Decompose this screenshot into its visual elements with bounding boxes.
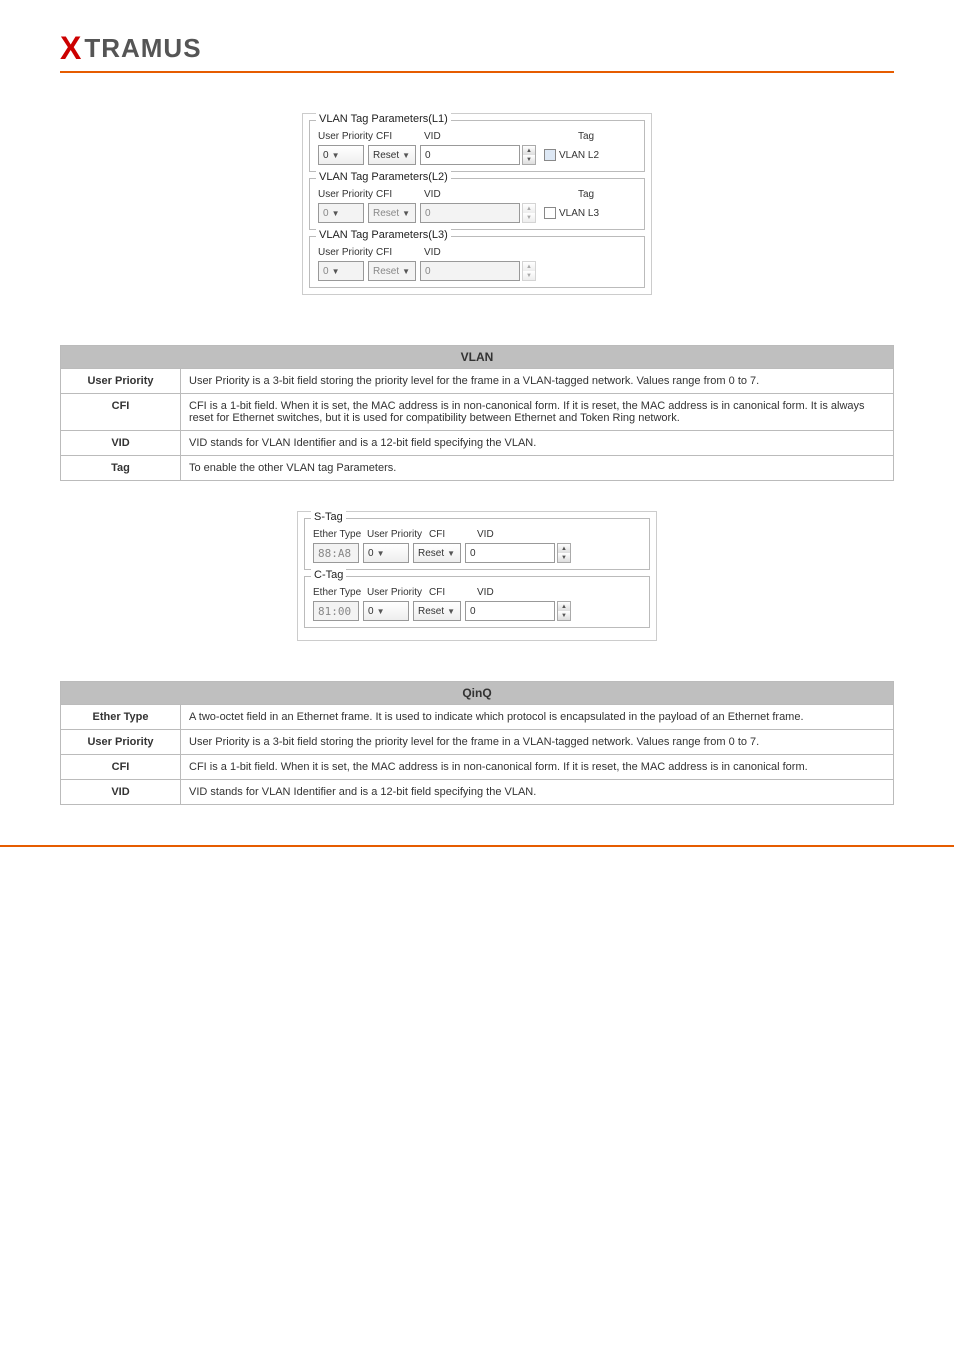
vlan-l1-fieldset: VLAN Tag Parameters(L1) User Priority CF… [309,120,645,172]
vlan-l1-vid-stepper[interactable]: ▲▼ [522,145,536,165]
table-row: User PriorityUser Priority is a 3-bit fi… [61,730,894,755]
label-vid: VID [424,247,454,258]
vlan-l2-user-priority-select: 0▼ [318,203,364,223]
vlan-l3-vid-input: 0 [420,261,520,281]
label-ether-type: Ether Type [313,529,367,540]
vlan-l3-vid-stepper: ▲▼ [522,261,536,281]
table-row: VIDVID stands for VLAN Identifier and is… [61,780,894,805]
label-vid: VID [424,189,454,200]
ctag-ether-type-field: 81:00 [313,601,359,621]
ctag-vid-stepper[interactable]: ▲▼ [557,601,571,621]
table-row: Ether TypeA two-octet field in an Ethern… [61,705,894,730]
table-row: VIDVID stands for VLAN Identifier and is… [61,431,894,456]
stag-vid-stepper[interactable]: ▲▼ [557,543,571,563]
vlan-l2-enable-checkbox[interactable]: VLAN L2 [544,149,599,161]
label-user-priority: User Priority [367,529,429,540]
ctag-vid-input[interactable]: 0 [465,601,555,621]
vlan-l3-enable-checkbox[interactable]: VLAN L3 [544,207,599,219]
label-user-priority: User Priority [318,131,376,142]
caret-down-icon: ▼ [523,213,535,222]
label-ether-type: Ether Type [313,587,367,598]
chevron-down-icon: ▼ [377,549,385,558]
label-user-priority: User Priority [367,587,429,598]
logo-text: TRAMUS [84,33,201,64]
qinq-table-header: QinQ [61,682,894,705]
chevron-down-icon: ▼ [447,607,455,616]
chevron-down-icon: ▼ [402,151,410,160]
label-cfi: CFI [376,247,424,258]
chevron-down-icon: ▼ [402,267,410,276]
vlan-l3-user-priority-select: 0▼ [318,261,364,281]
caret-down-icon: ▼ [558,553,570,562]
vlan-l1-vid-input[interactable]: 0 [420,145,520,165]
vlan-l3-cfi-select: Reset▼ [368,261,416,281]
qinq-description-table: QinQ Ether TypeA two-octet field in an E… [60,681,894,805]
vlan-l3-fieldset: VLAN Tag Parameters(L3) User Priority CF… [309,236,645,288]
table-row: CFICFI is a 1-bit field. When it is set,… [61,394,894,431]
caret-down-icon: ▼ [558,611,570,620]
vlan-l3-legend: VLAN Tag Parameters(L3) [316,229,451,241]
page-footer [0,845,954,855]
vlan-l2-cfi-select: Reset▼ [368,203,416,223]
stag-vid-input[interactable]: 0 [465,543,555,563]
label-cfi: CFI [376,189,424,200]
stag-ether-type-field: 88:A8 [313,543,359,563]
label-tag: Tag [578,131,638,142]
caret-down-icon: ▼ [523,271,535,280]
ctag-user-priority-select[interactable]: 0▼ [363,601,409,621]
brand-logo: XTRAMUS [60,30,894,67]
stag-user-priority-select[interactable]: 0▼ [363,543,409,563]
caret-up-icon: ▲ [558,602,570,611]
chevron-down-icon: ▼ [447,549,455,558]
label-cfi: CFI [429,587,477,598]
chevron-down-icon: ▼ [332,267,340,276]
caret-up-icon: ▲ [523,204,535,213]
label-vid: VID [477,587,494,598]
table-row: TagTo enable the other VLAN tag Paramete… [61,456,894,481]
ctag-cfi-select[interactable]: Reset▼ [413,601,461,621]
caret-up-icon: ▲ [558,544,570,553]
qinq-panel-container: S-Tag Ether Type User Priority CFI VID 8… [297,511,657,641]
label-vid: VID [477,529,494,540]
chevron-down-icon: ▼ [332,209,340,218]
vlan-panel-container: VLAN Tag Parameters(L1) User Priority CF… [302,113,652,295]
ctag-legend: C-Tag [311,569,346,581]
chevron-down-icon: ▼ [402,209,410,218]
table-row: User PriorityUser Priority is a 3-bit fi… [61,369,894,394]
label-cfi: CFI [376,131,424,142]
vlan-description-table: VLAN User PriorityUser Priority is a 3-b… [60,345,894,481]
caret-down-icon: ▼ [523,155,535,164]
stag-fieldset: S-Tag Ether Type User Priority CFI VID 8… [304,518,650,570]
ctag-fieldset: C-Tag Ether Type User Priority CFI VID 8… [304,576,650,628]
vlan-l1-user-priority-select[interactable]: 0▼ [318,145,364,165]
vlan-l2-vid-input: 0 [420,203,520,223]
chevron-down-icon: ▼ [332,151,340,160]
stag-cfi-select[interactable]: Reset▼ [413,543,461,563]
chevron-down-icon: ▼ [377,607,385,616]
caret-up-icon: ▲ [523,146,535,155]
vlan-l2-vid-stepper: ▲▼ [522,203,536,223]
header-rule [60,71,894,73]
table-row: CFICFI is a 1-bit field. When it is set,… [61,755,894,780]
caret-up-icon: ▲ [523,262,535,271]
label-cfi: CFI [429,529,477,540]
vlan-l1-cfi-select[interactable]: Reset▼ [368,145,416,165]
checkbox-icon [544,207,556,219]
checkbox-icon [544,149,556,161]
logo-x: X [60,30,82,67]
label-user-priority: User Priority [318,247,376,258]
vlan-table-header: VLAN [61,346,894,369]
vlan-l2-fieldset: VLAN Tag Parameters(L2) User Priority CF… [309,178,645,230]
stag-legend: S-Tag [311,511,346,523]
label-user-priority: User Priority [318,189,376,200]
label-vid: VID [424,131,454,142]
label-tag: Tag [578,189,638,200]
vlan-l2-legend: VLAN Tag Parameters(L2) [316,171,451,183]
vlan-l1-legend: VLAN Tag Parameters(L1) [316,113,451,125]
